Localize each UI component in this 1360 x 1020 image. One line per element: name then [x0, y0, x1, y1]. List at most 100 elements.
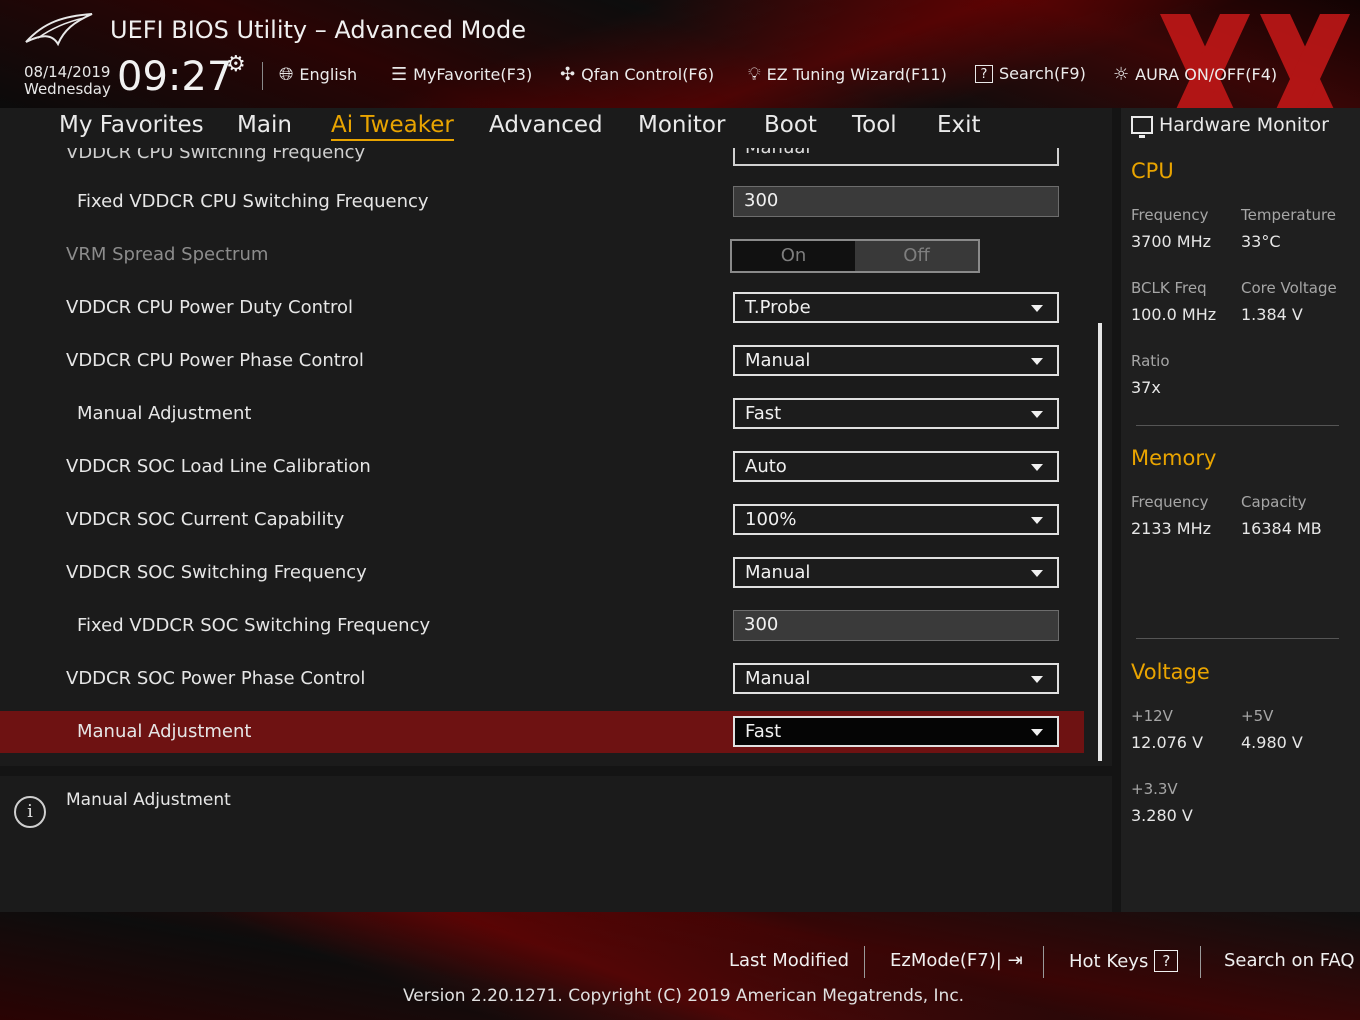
globe-icon: 🌐︎	[279, 64, 294, 85]
caret-down-icon	[1031, 676, 1043, 683]
vrm-spread-toggle[interactable]: On Off	[730, 239, 980, 273]
footer-divider	[1200, 946, 1201, 978]
core-voltage-label: Core Voltage	[1241, 279, 1337, 297]
setting-label: Fixed VDDCR SOC Switching Frequency	[77, 615, 431, 636]
aura-icon: ☼	[1113, 64, 1130, 85]
caret-down-icon	[1031, 570, 1043, 577]
settings-scrollbar[interactable]	[1098, 323, 1102, 761]
tab-ai-tweaker[interactable]: Ai Tweaker	[331, 112, 454, 141]
weekday-text: Wednesday	[24, 80, 111, 98]
ratio-label: Ratio	[1131, 352, 1170, 370]
tab-main[interactable]: Main	[237, 112, 292, 138]
dropdown-value: Auto	[745, 456, 787, 477]
setting-row-cpu-phase[interactable]: VDDCR CPU Power Phase Control Manual	[0, 340, 1084, 382]
aura-button[interactable]: ☼ AURA ON/OFF(F4)	[1113, 64, 1277, 85]
gear-icon[interactable]: ⚙	[226, 52, 246, 77]
hotkeys-button[interactable]: Hot Keys ?	[1069, 950, 1179, 972]
dropdown-value: T.Probe	[745, 297, 811, 318]
ezmode-label: EzMode(F7)|	[890, 950, 1002, 971]
setting-row-soc-manual-adj[interactable]: Manual Adjustment Fast	[0, 711, 1084, 753]
help-icon: ?	[975, 64, 993, 83]
ezmode-button[interactable]: EzMode(F7)| ⇥	[890, 950, 1023, 971]
dropdown-value: Fast	[745, 403, 782, 424]
toggle-off-option[interactable]: Off	[855, 241, 978, 271]
soc-llc-dropdown[interactable]: Auto	[733, 451, 1059, 482]
monitor-icon	[1131, 116, 1153, 138]
cpu-frequency-label: Frequency	[1131, 206, 1209, 224]
v33-value: 3.280 V	[1131, 806, 1193, 825]
soc-phase-dropdown[interactable]: Manual	[733, 663, 1059, 694]
last-modified-button[interactable]: Last Modified	[729, 950, 849, 971]
fixed-cpu-freq-input[interactable]: 300	[733, 186, 1059, 217]
search-label: Search(F9)	[999, 64, 1086, 83]
search-button[interactable]: ? Search(F9)	[975, 64, 1086, 83]
help-panel: i Manual Adjustment	[0, 776, 1112, 912]
ratio-value: 37x	[1131, 378, 1161, 397]
cpu-manual-adj-dropdown[interactable]: Fast	[733, 398, 1059, 429]
tab-exit[interactable]: Exit	[937, 112, 981, 138]
tab-monitor[interactable]: Monitor	[638, 112, 725, 138]
tab-tool[interactable]: Tool	[852, 112, 897, 138]
myfavorite-button[interactable]: ☰ MyFavorite(F3)	[391, 64, 532, 85]
setting-row-soc-current[interactable]: VDDCR SOC Current Capability 100%	[0, 499, 1084, 541]
qfan-button[interactable]: ✣ Qfan Control(F6)	[560, 64, 714, 85]
setting-label: Manual Adjustment	[77, 721, 252, 742]
rog-logo	[25, 13, 93, 47]
voltage-heading: Voltage	[1131, 660, 1210, 684]
hardware-monitor-panel: Hardware Monitor CPU Frequency Temperatu…	[1121, 108, 1360, 912]
memory-frequency-value: 2133 MHz	[1131, 519, 1212, 538]
language-label: English	[299, 65, 358, 84]
exit-arrow-icon: ⇥	[1007, 950, 1023, 971]
fixed-soc-freq-input[interactable]: 300	[733, 610, 1059, 641]
setting-label: VDDCR SOC Current Capability	[66, 509, 345, 530]
setting-label: VRM Spread Spectrum	[66, 244, 269, 265]
tab-my-favorites[interactable]: My Favorites	[59, 112, 204, 138]
caret-down-icon	[1031, 358, 1043, 365]
hw-divider	[1136, 425, 1339, 426]
v5-value: 4.980 V	[1241, 733, 1303, 752]
setting-row-soc-phase[interactable]: VDDCR SOC Power Phase Control Manual	[0, 658, 1084, 700]
caret-down-icon	[1031, 729, 1043, 736]
nav-bar: My Favorites Main Ai Tweaker Advanced Mo…	[0, 108, 1112, 148]
partial-dropdown[interactable]: Manual	[733, 148, 1059, 166]
help-icon: ?	[1154, 950, 1179, 972]
soc-switch-freq-dropdown[interactable]: Manual	[733, 557, 1059, 588]
setting-row-soc-llc[interactable]: VDDCR SOC Load Line Calibration Auto	[0, 446, 1084, 488]
fan-icon: ✣	[560, 64, 576, 85]
setting-row-cpu-duty[interactable]: VDDCR CPU Power Duty Control T.Probe	[0, 287, 1084, 329]
hotkeys-label: Hot Keys	[1069, 950, 1149, 972]
dropdown-value: 100%	[745, 509, 797, 530]
cpu-duty-dropdown[interactable]: T.Probe	[733, 292, 1059, 323]
setting-row-fixed-soc-freq[interactable]: Fixed VDDCR SOC Switching Frequency 300	[0, 605, 1084, 647]
setting-row-cpu-manual-adj[interactable]: Manual Adjustment Fast	[0, 393, 1084, 435]
memory-frequency-label: Frequency	[1131, 493, 1209, 511]
app-title: UEFI BIOS Utility – Advanced Mode	[110, 16, 526, 44]
dropdown-value: Manual	[745, 350, 811, 371]
bclk-value: 100.0 MHz	[1131, 305, 1217, 324]
clock-display: 09:27	[117, 54, 233, 100]
lightbulb-icon: 💡︎	[748, 64, 761, 85]
caret-down-icon	[1031, 305, 1043, 312]
tab-boot[interactable]: Boot	[764, 112, 817, 138]
version-text: Version 2.20.1271. Copyright (C) 2019 Am…	[403, 986, 965, 1006]
footer-divider	[1043, 946, 1044, 978]
language-button[interactable]: 🌐︎ English	[279, 64, 357, 85]
hw-divider	[1136, 638, 1339, 639]
tab-advanced[interactable]: Advanced	[489, 112, 603, 138]
qfan-label: Qfan Control(F6)	[581, 65, 715, 84]
toggle-on-option[interactable]: On	[732, 241, 855, 271]
cpu-phase-dropdown[interactable]: Manual	[733, 345, 1059, 376]
list-icon: ☰	[391, 64, 408, 85]
dropdown-value: Fast	[745, 721, 782, 742]
setting-row-soc-switch-freq[interactable]: VDDCR SOC Switching Frequency Manual	[0, 552, 1084, 594]
aura-label: AURA ON/OFF(F4)	[1135, 65, 1278, 84]
setting-row-fixed-cpu-freq[interactable]: Fixed VDDCR CPU Switching Frequency 300	[0, 181, 1084, 223]
v5-label: +5V	[1241, 707, 1274, 725]
soc-manual-adj-dropdown[interactable]: Fast	[733, 716, 1059, 747]
soc-current-dropdown[interactable]: 100%	[733, 504, 1059, 535]
search-faq-button[interactable]: Search on FAQ	[1224, 950, 1355, 971]
ez-tuning-button[interactable]: 💡︎ EZ Tuning Wizard(F11)	[748, 64, 947, 85]
v12-label: +12V	[1131, 707, 1173, 725]
setting-label: VDDCR SOC Switching Frequency	[66, 562, 367, 583]
caret-down-icon	[1031, 411, 1043, 418]
